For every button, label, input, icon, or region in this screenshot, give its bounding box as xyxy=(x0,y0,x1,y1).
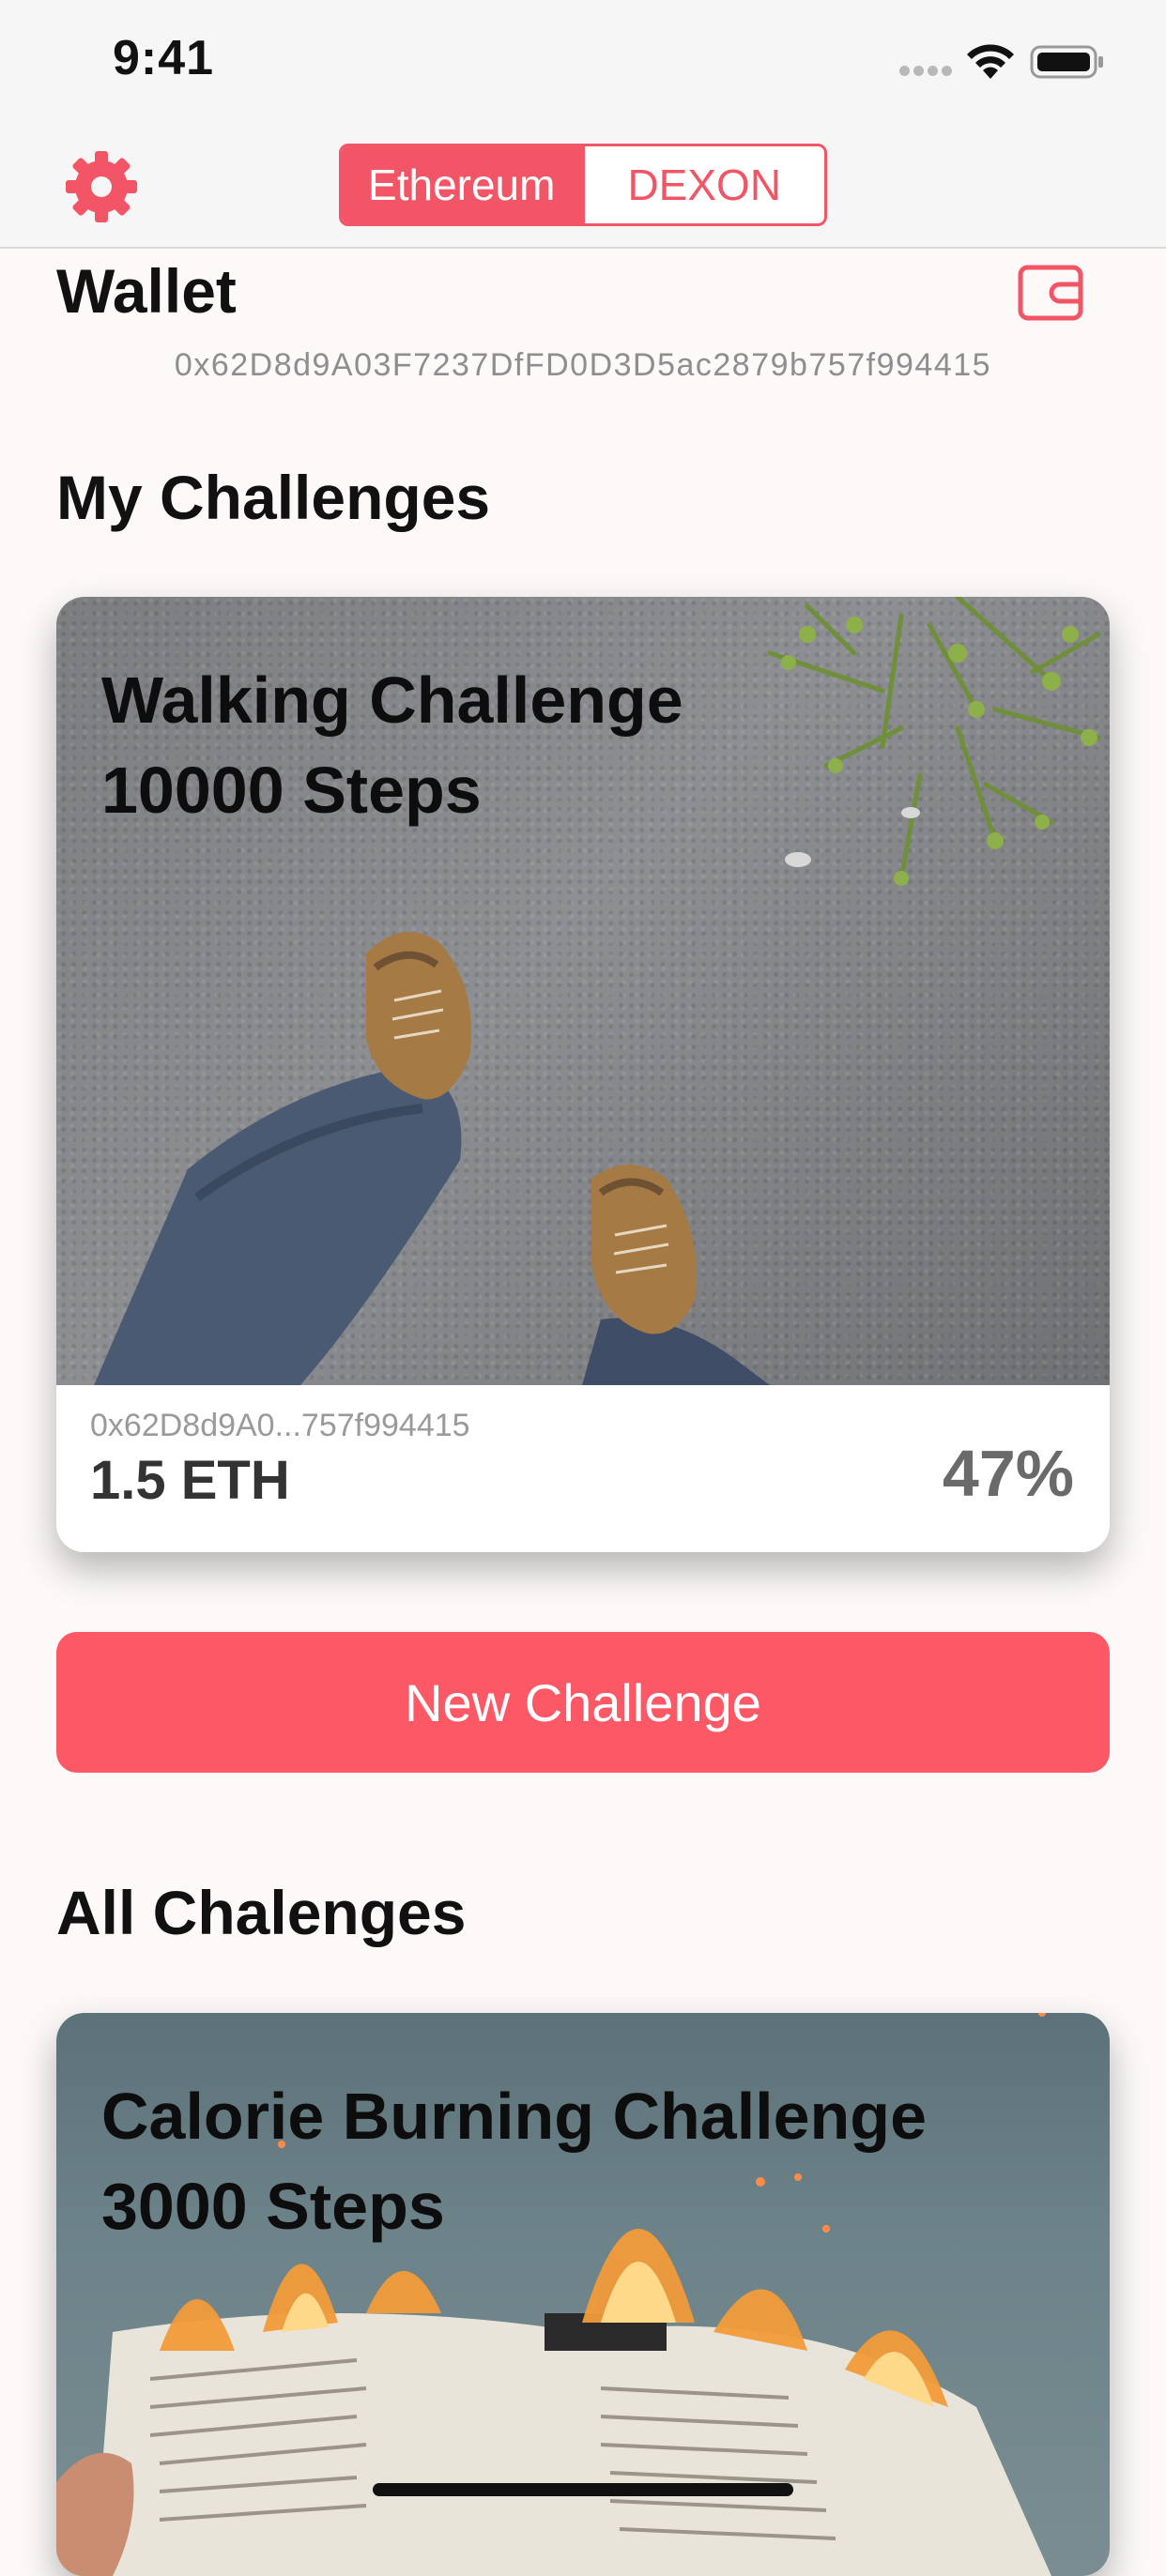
all-challenges-heading: All Chalenges xyxy=(56,1878,467,1947)
segment-ethereum[interactable]: Ethereum xyxy=(342,146,582,223)
challenge-stake-amount: 1.5 ETH xyxy=(90,1450,290,1511)
challenge-title-line1: Calorie Burning Challenge xyxy=(101,2080,927,2153)
battery-icon xyxy=(1030,45,1103,79)
cellular-signal-icon xyxy=(899,66,952,77)
challenge-card-footer: 0x62D8d9A0...757f994415 1.5 ETH 47% xyxy=(56,1385,1110,1552)
wallet-address: 0x62D8d9A03F7237DfFD0D3D5ac2879b757f9944… xyxy=(174,347,992,383)
network-segmented-control[interactable]: Ethereum DEXON xyxy=(339,144,827,226)
challenge-progress-percent: 47% xyxy=(942,1437,1074,1510)
gear-icon[interactable] xyxy=(62,147,141,226)
wallet-title: Wallet xyxy=(56,256,237,326)
wifi-icon xyxy=(967,44,1014,79)
my-challenges-heading: My Challenges xyxy=(56,463,491,532)
challenge-title-line2: 3000 Steps xyxy=(101,2170,445,2243)
new-challenge-button[interactable]: New Challenge xyxy=(56,1632,1110,1773)
wallet-icon[interactable] xyxy=(1017,264,1084,322)
challenge-title: Calorie Burning Challenge 3000 Steps xyxy=(101,2071,927,2251)
challenge-photo: Walking Challenge 10000 Steps xyxy=(56,597,1110,1385)
challenge-contract-address: 0x62D8d9A0...757f994415 xyxy=(90,1408,470,1443)
challenge-title: Walking Challenge 10000 Steps xyxy=(101,655,683,835)
challenge-title-line1: Walking Challenge xyxy=(101,663,683,737)
status-time: 9:41 xyxy=(113,31,215,85)
segment-dexon[interactable]: DEXON xyxy=(581,146,825,223)
my-challenge-card[interactable]: Walking Challenge 10000 Steps 0x62D8d9A0… xyxy=(56,597,1110,1552)
home-indicator xyxy=(373,2483,793,2496)
challenge-title-line2: 10000 Steps xyxy=(101,754,482,827)
